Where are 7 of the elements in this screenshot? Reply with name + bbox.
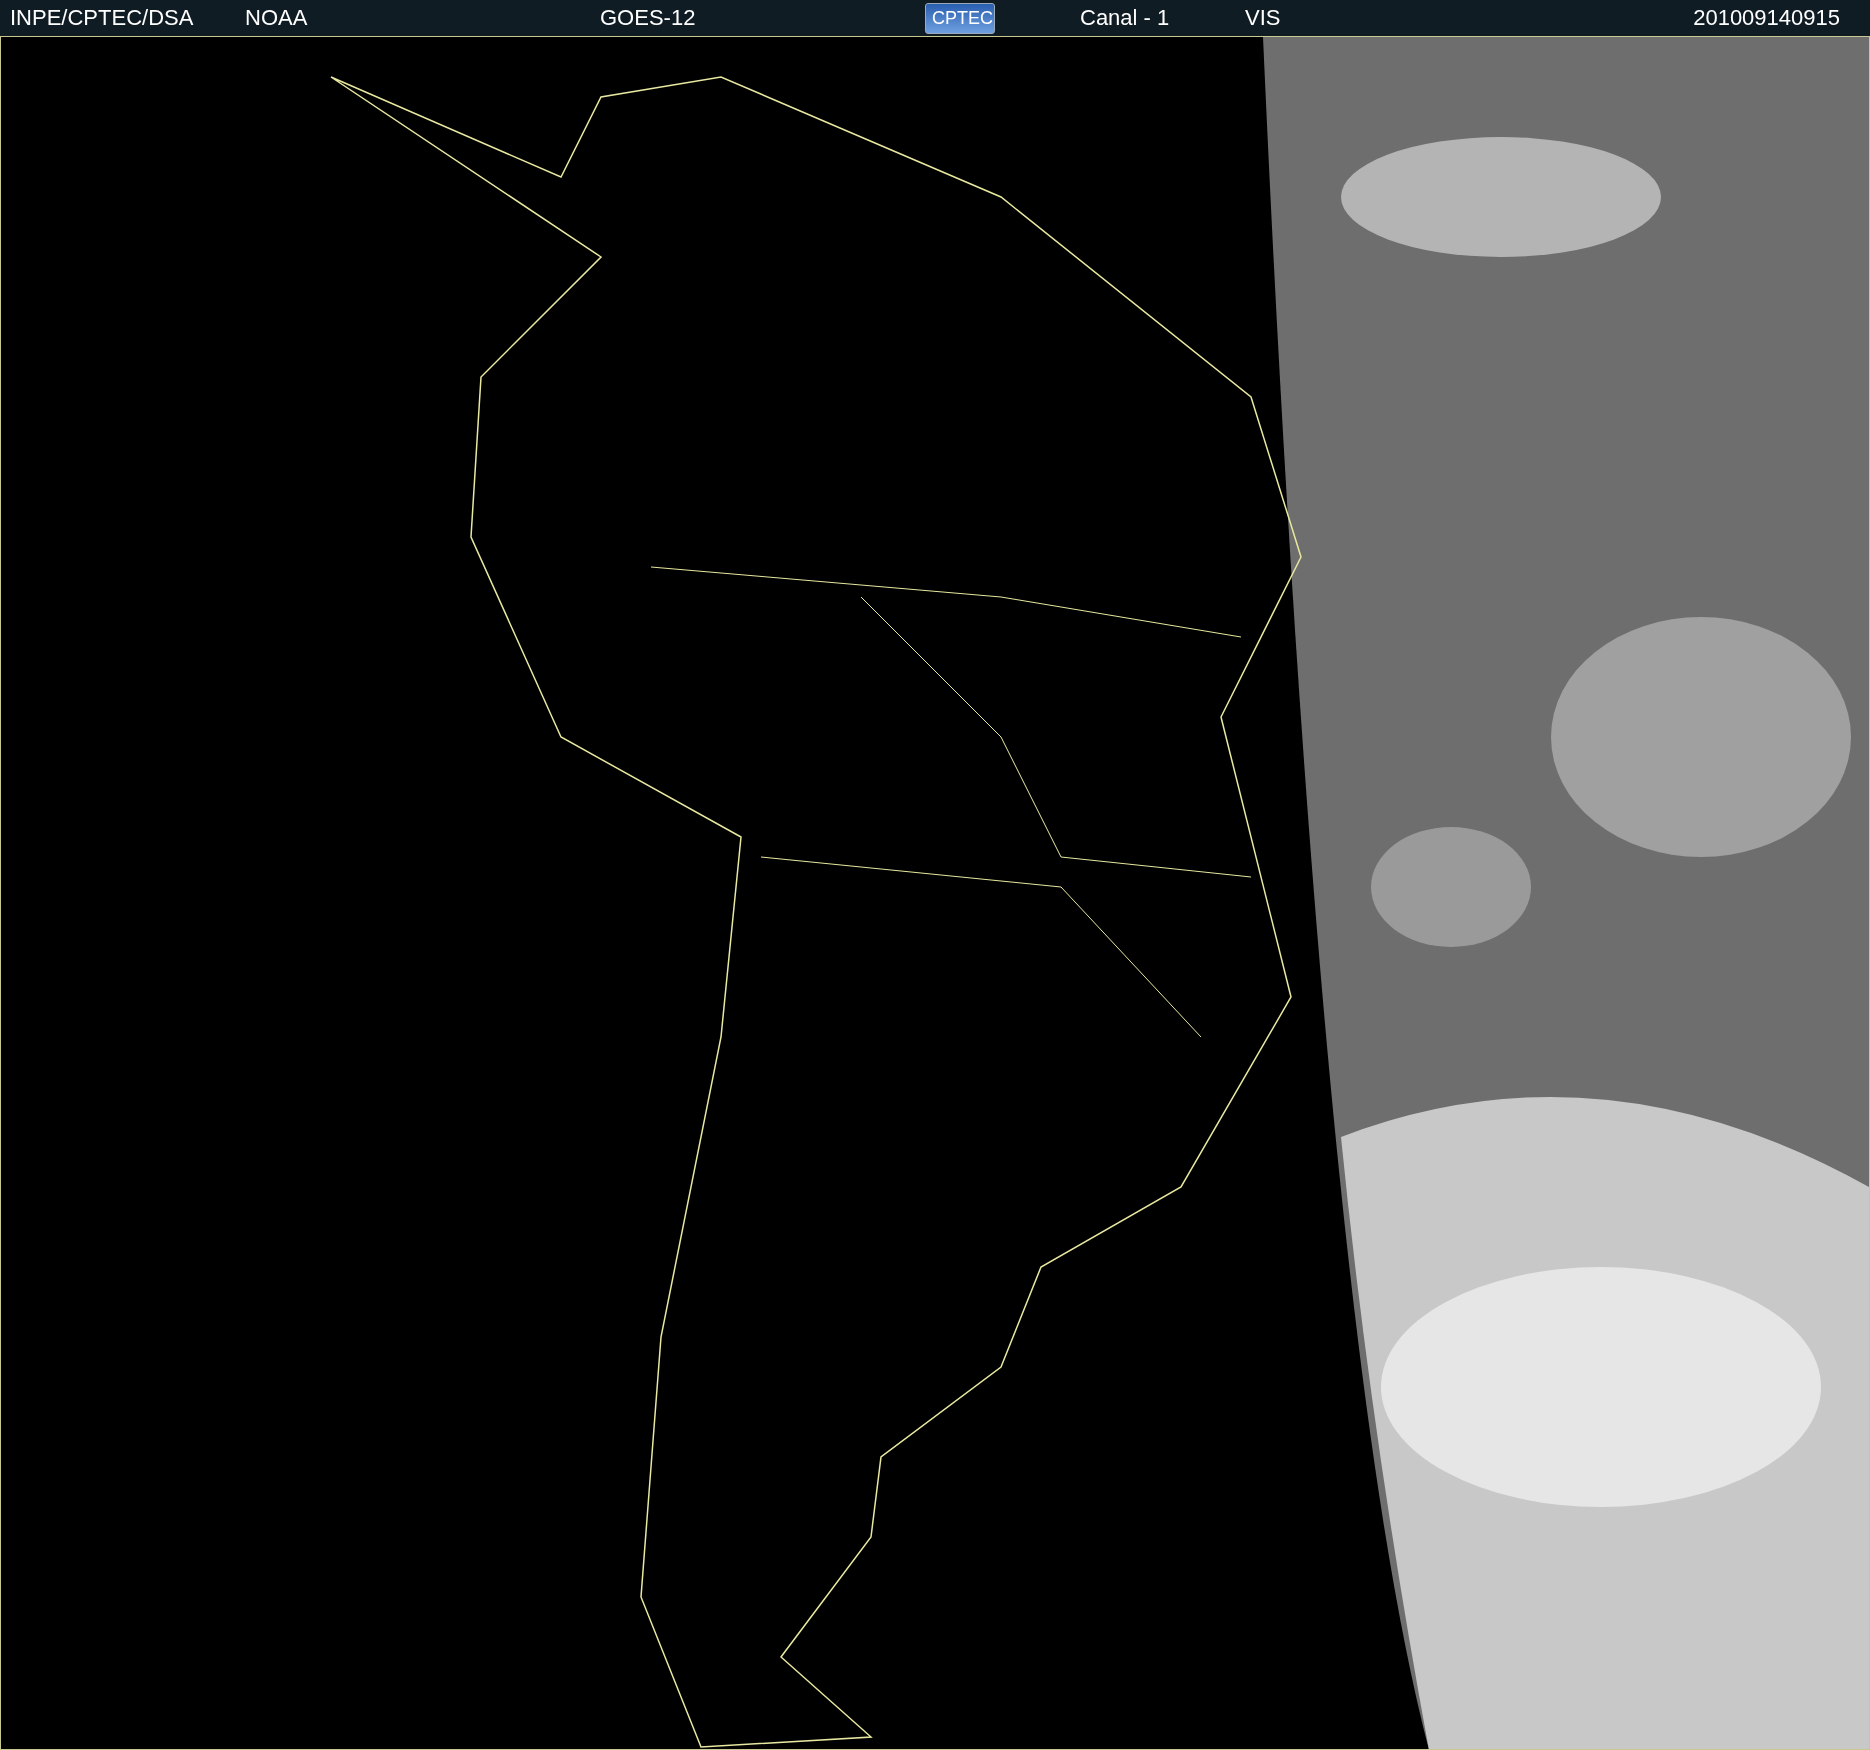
agency-label: NOAA [245,5,308,31]
band-label: VIS [1245,5,1281,31]
logo: CPTEC [925,2,995,34]
source-label: INPE/CPTEC/DSA [10,5,194,31]
channel-label: Canal - 1 [1080,5,1170,31]
timestamp-label: 201009140915 [1693,5,1841,31]
satellite-label: GOES-12 [600,5,696,31]
